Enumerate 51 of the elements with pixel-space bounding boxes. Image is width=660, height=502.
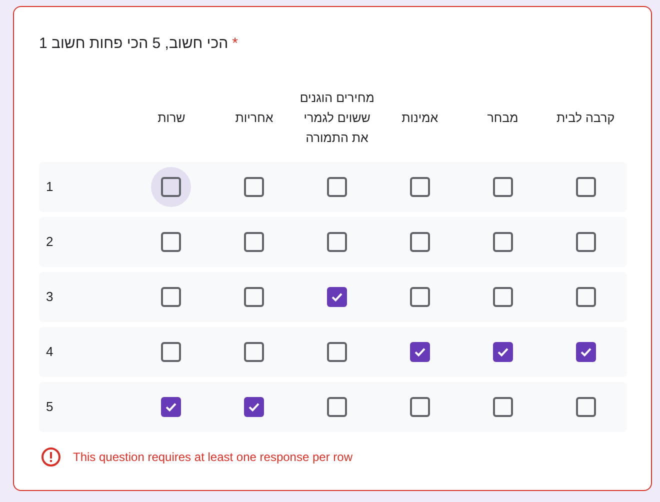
checkbox[interactable] bbox=[576, 342, 596, 362]
checkbox[interactable] bbox=[576, 232, 596, 252]
row-label: 4 bbox=[46, 344, 54, 359]
row-label: 3 bbox=[46, 289, 54, 304]
checkbox[interactable] bbox=[327, 342, 347, 362]
check-icon bbox=[496, 345, 510, 359]
row-label: 1 bbox=[46, 179, 54, 194]
checkbox[interactable] bbox=[492, 232, 513, 252]
checkbox[interactable] bbox=[327, 232, 347, 252]
check-icon bbox=[578, 345, 593, 359]
error-message: This question requires at least one response per row bbox=[73, 449, 352, 466]
row-label: 5 bbox=[46, 399, 54, 414]
checkbox[interactable] bbox=[576, 177, 596, 197]
error-icon bbox=[41, 447, 61, 467]
checkbox[interactable] bbox=[161, 287, 182, 307]
column-header: קרבה לבית bbox=[556, 110, 615, 127]
column-header: מבחר bbox=[487, 110, 518, 127]
column-header: מחירים הוגנים ששוים לגמרי את התמורה bbox=[298, 90, 376, 147]
question-title: הכי חשוב, 5 הכי פחות חשוב 1 bbox=[39, 34, 228, 54]
checkbox[interactable] bbox=[327, 177, 347, 197]
checkbox[interactable] bbox=[410, 287, 430, 307]
checkbox[interactable] bbox=[410, 177, 430, 197]
check-icon bbox=[330, 290, 344, 304]
checkbox[interactable] bbox=[492, 287, 513, 307]
checkbox[interactable] bbox=[492, 397, 513, 417]
checkbox[interactable] bbox=[244, 397, 264, 417]
checkbox[interactable] bbox=[161, 342, 182, 362]
checkbox[interactable] bbox=[244, 287, 264, 307]
checkbox[interactable] bbox=[161, 232, 182, 252]
row-label: 2 bbox=[46, 234, 54, 249]
check-icon bbox=[164, 400, 178, 414]
checkbox[interactable] bbox=[244, 177, 264, 197]
required-mark: * bbox=[232, 34, 238, 54]
column-header: אמינות bbox=[402, 110, 438, 127]
check-icon bbox=[247, 400, 262, 414]
checkbox[interactable] bbox=[410, 232, 430, 252]
checkbox[interactable] bbox=[576, 397, 596, 417]
checkbox[interactable] bbox=[410, 342, 430, 362]
column-header: שרות bbox=[158, 110, 186, 127]
checkbox[interactable] bbox=[492, 342, 513, 362]
checkbox[interactable] bbox=[161, 397, 182, 417]
checkbox[interactable] bbox=[327, 397, 347, 417]
column-header: אחריות bbox=[235, 110, 274, 127]
checkbox[interactable] bbox=[576, 287, 596, 307]
checkbox[interactable] bbox=[327, 287, 347, 307]
checkbox[interactable] bbox=[244, 342, 264, 362]
checkbox[interactable] bbox=[244, 232, 264, 252]
checkbox[interactable] bbox=[492, 177, 513, 197]
checkbox[interactable] bbox=[161, 177, 182, 197]
check-icon bbox=[412, 345, 427, 359]
checkbox[interactable] bbox=[410, 397, 430, 417]
